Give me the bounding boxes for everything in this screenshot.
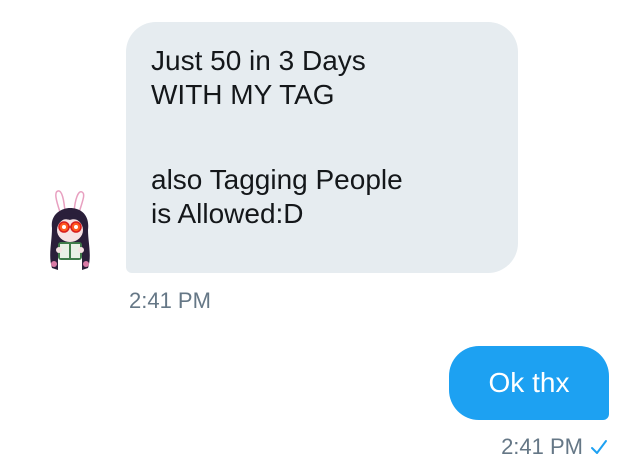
bunny-girl-avatar-icon (50, 190, 90, 270)
message-line: is Allowed:D (151, 198, 304, 229)
read-check-icon (591, 440, 607, 454)
message-line: Just 50 in 3 Days (151, 45, 366, 76)
incoming-message-bubble[interactable]: Just 50 in 3 Days WITH MY TAG also Taggi… (126, 22, 518, 273)
message-line: WITH MY TAG (151, 79, 335, 110)
outgoing-message-bubble[interactable]: Ok thx (449, 346, 609, 420)
avatar[interactable] (42, 190, 98, 274)
outgoing-timestamp: 2:41 PM (501, 434, 583, 459)
conversation-thread: Just 50 in 3 Days WITH MY TAG also Taggi… (0, 0, 639, 473)
outgoing-message-meta: 2:41 PM (501, 434, 609, 460)
incoming-timestamp: 2:41 PM (129, 288, 211, 313)
message-line: also Tagging People (151, 164, 403, 195)
